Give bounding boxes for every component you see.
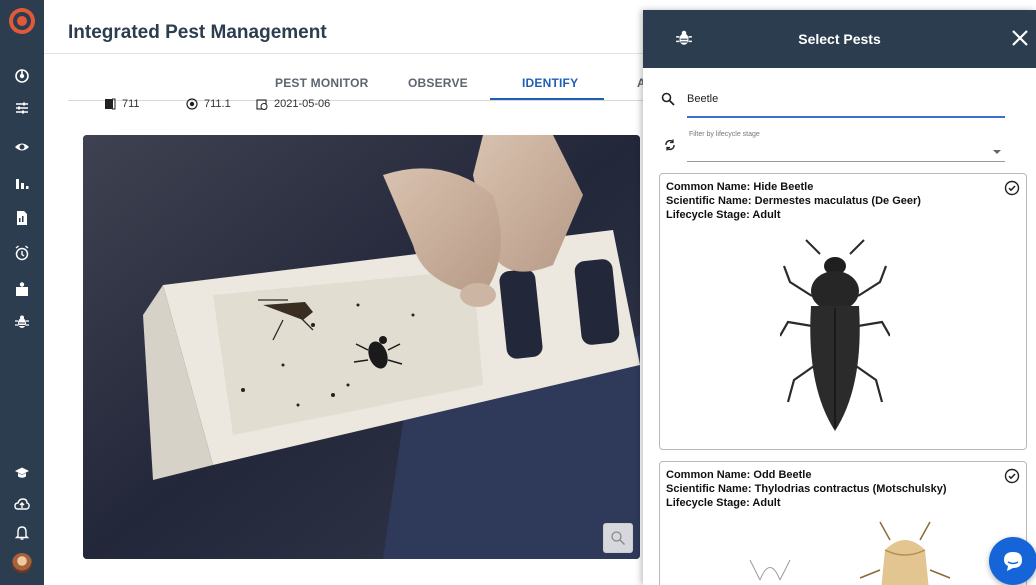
lifecycle-cycle-icon <box>665 139 675 151</box>
monitor-icon <box>15 69 29 83</box>
sidebar-item-inventory[interactable] <box>0 276 44 302</box>
pest-info: Common Name: Odd Beetle Scientific Name:… <box>666 468 947 510</box>
meta-date: 2021-05-06 <box>256 98 330 110</box>
magnifier-icon <box>611 531 625 545</box>
pest-lifecycle: Lifecycle Stage: Adult <box>666 209 781 221</box>
trap-number: 711.1 <box>204 98 231 110</box>
zoom-button[interactable] <box>603 523 633 553</box>
sidebar-item-reports[interactable] <box>0 205 44 231</box>
sidebar-item-notifications[interactable] <box>0 520 44 546</box>
chat-bubble-icon <box>1004 552 1022 571</box>
bug-icon <box>15 315 29 328</box>
sidebar-item-observe[interactable] <box>0 134 44 160</box>
pest-scientific-name: Scientific Name: Thylodrias contractus (… <box>666 483 947 495</box>
filter-label: Filter by lifecycle stage <box>689 131 760 138</box>
search-row <box>661 90 1006 110</box>
pest-card[interactable]: Common Name: Hide Beetle Scientific Name… <box>659 173 1027 450</box>
pest-card[interactable]: Common Name: Odd Beetle Scientific Name:… <box>659 461 1027 585</box>
panel-header: Select Pests <box>643 10 1036 68</box>
close-icon[interactable] <box>1009 27 1031 49</box>
pest-common-name: Common Name: Hide Beetle <box>666 181 814 193</box>
sidebar-item-upload[interactable] <box>0 491 44 517</box>
pest-info: Common Name: Hide Beetle Scientific Name… <box>666 180 921 222</box>
alarm-clock-icon <box>15 245 29 261</box>
user-avatar[interactable] <box>12 553 32 573</box>
tabs-divider <box>68 100 644 101</box>
check-circle-icon[interactable] <box>1004 468 1020 484</box>
report-icon <box>17 211 27 225</box>
app-logo[interactable] <box>9 8 35 34</box>
header-divider <box>44 53 644 54</box>
sliders-icon <box>16 102 28 114</box>
box-icon <box>16 282 28 296</box>
sidebar <box>0 0 44 585</box>
sidebar-item-alarms[interactable] <box>0 240 44 266</box>
search-underline <box>687 116 1005 118</box>
meta-room: 711 <box>104 98 140 110</box>
trap-icon <box>186 98 198 110</box>
bar-chart-icon <box>16 179 29 189</box>
panel-title: Select Pests <box>798 31 881 47</box>
odd-beetle-image <box>749 521 951 585</box>
sidebar-item-pests[interactable] <box>0 309 44 335</box>
pest-search-input[interactable] <box>687 90 1005 108</box>
trap-photo-drawing <box>83 135 640 559</box>
tab-pest-monitor[interactable]: PEST MONITOR <box>275 76 369 90</box>
tab-identify[interactable]: IDENTIFY <box>522 76 578 90</box>
bell-icon <box>14 526 30 540</box>
chevron-down-icon <box>993 150 1001 154</box>
graduation-cap-icon <box>15 467 29 478</box>
page-title: Integrated Pest Management <box>68 22 327 43</box>
lifecycle-filter-select[interactable] <box>687 142 1005 162</box>
app-header: Integrated Pest Management <box>44 10 644 54</box>
trap-photo <box>83 135 640 559</box>
sidebar-item-training[interactable] <box>0 460 44 486</box>
chat-button[interactable] <box>989 537 1036 585</box>
room-number: 711 <box>122 98 140 110</box>
check-circle-icon[interactable] <box>1004 180 1020 196</box>
tab-observe[interactable]: OBSERVE <box>408 76 468 90</box>
pest-common-name: Common Name: Odd Beetle <box>666 469 812 481</box>
meta-trap: 711.1 <box>186 98 231 110</box>
eye-icon <box>15 143 29 151</box>
app-root: Integrated Pest Management PEST MONITOR … <box>0 0 1036 585</box>
select-pests-panel: Select Pests Filter by lifecycle stage C… <box>643 10 1036 585</box>
door-icon <box>105 98 116 110</box>
search-icon <box>661 92 675 106</box>
hide-beetle-image <box>780 239 890 431</box>
sidebar-item-charts[interactable] <box>0 170 44 196</box>
sidebar-item-monitor[interactable] <box>0 63 44 89</box>
calendar-clock-icon <box>256 99 268 110</box>
sidebar-item-settings[interactable] <box>0 95 44 121</box>
pest-scientific-name: Scientific Name: Dermestes maculatus (De… <box>666 195 921 207</box>
observation-date: 2021-05-06 <box>274 98 331 110</box>
cloud-upload-icon <box>14 498 30 510</box>
pest-lifecycle: Lifecycle Stage: Adult <box>666 497 781 509</box>
